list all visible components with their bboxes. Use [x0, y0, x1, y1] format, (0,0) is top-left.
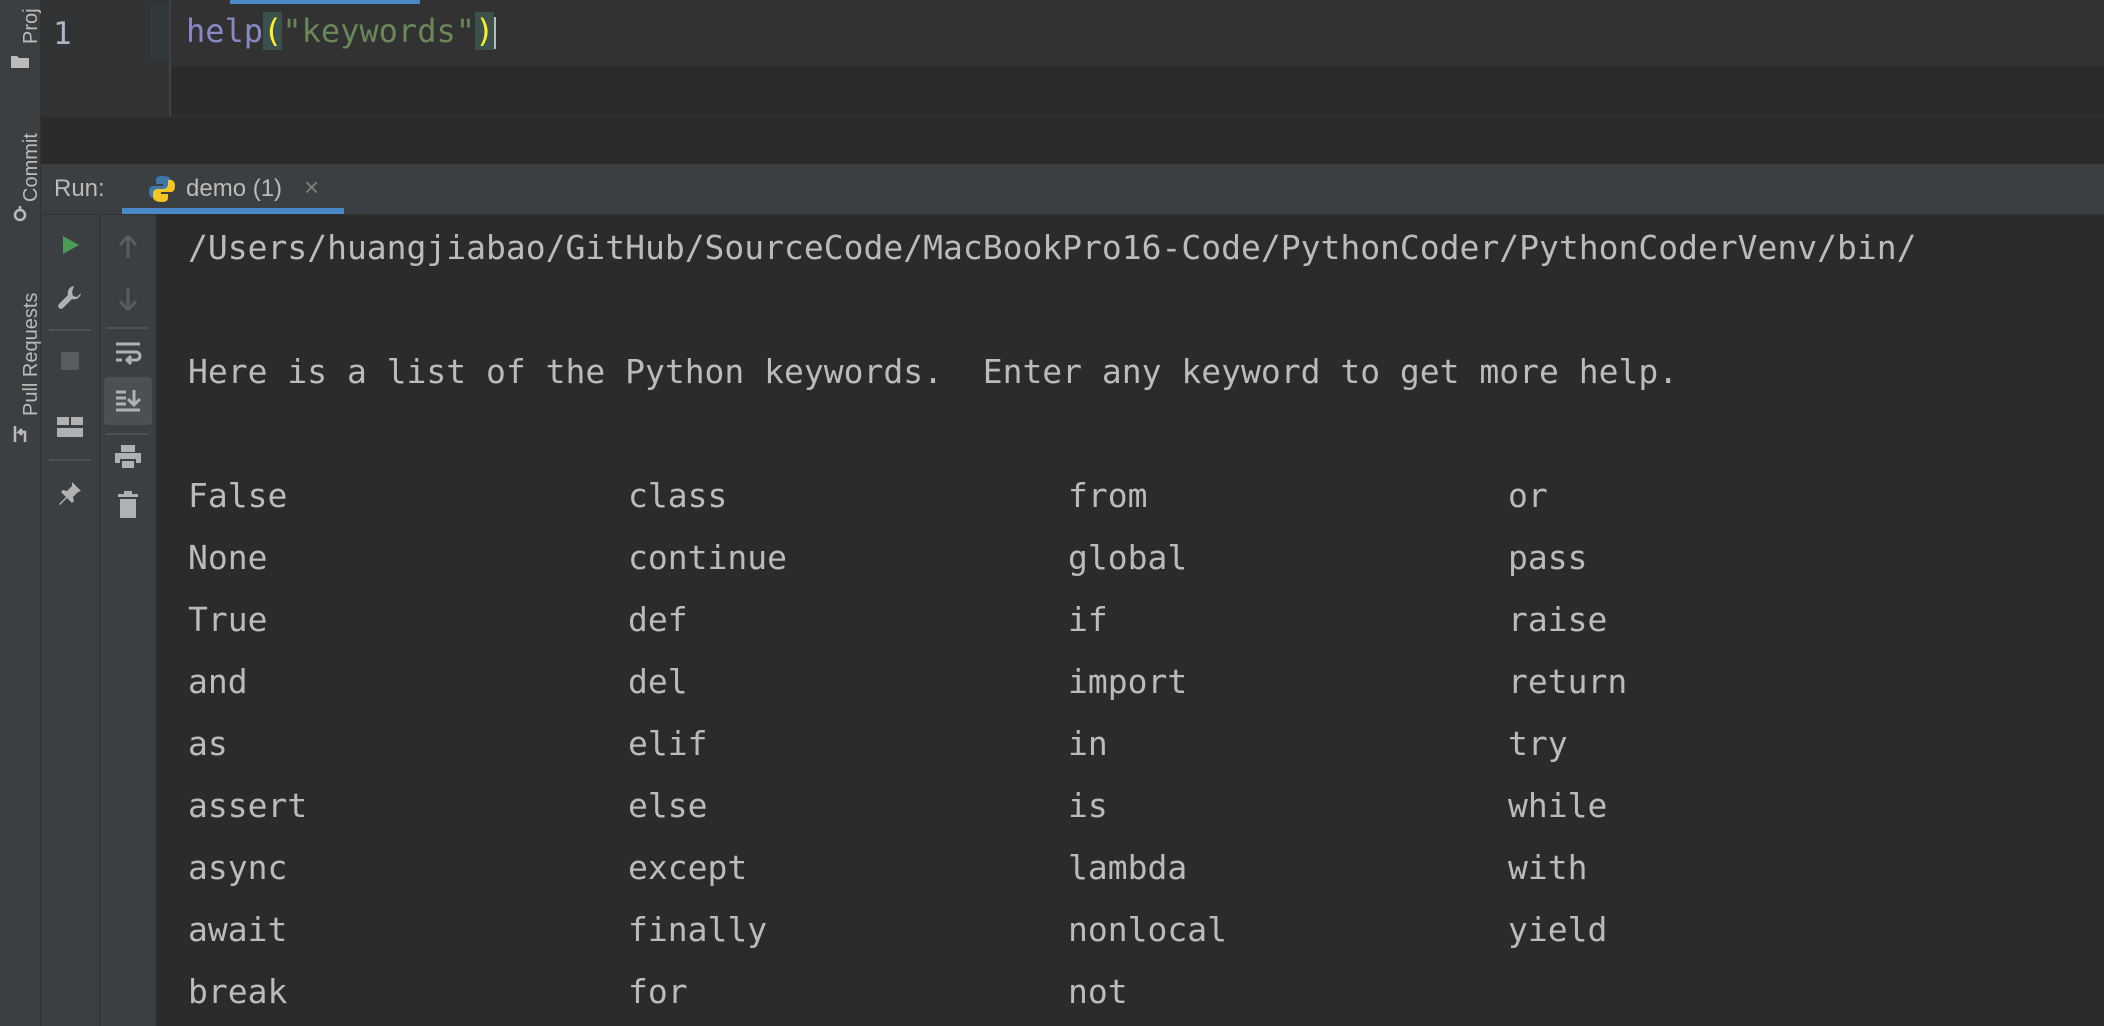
toolbar-separator: [106, 327, 148, 329]
python-icon: [149, 176, 175, 202]
run-label: Run:: [54, 175, 105, 202]
trash-icon[interactable]: [108, 485, 148, 525]
keyword-item: finally: [628, 910, 768, 949]
code-close-paren: ): [474, 12, 495, 50]
keyword-item: break: [188, 972, 288, 1011]
text-caret: [494, 17, 497, 49]
wrench-icon[interactable]: [50, 277, 90, 317]
layout-icon[interactable]: [50, 407, 90, 447]
keyword-item: is: [1068, 786, 1108, 825]
editor-tab-accent: [230, 0, 420, 4]
keyword-item: with: [1508, 848, 1588, 887]
keyword-item: in: [1068, 724, 1108, 763]
line-number: 1: [53, 16, 72, 52]
keyword-item: None: [188, 538, 268, 577]
console-interpreter-path: /Users/huangjiabao/GitHub/SourceCode/Mac…: [188, 228, 1917, 267]
pull-request-icon: [13, 426, 27, 442]
keyword-item: as: [188, 724, 228, 763]
keyword-item: try: [1508, 724, 1568, 763]
keyword-item: from: [1068, 476, 1148, 515]
toolbar-separator: [106, 433, 148, 435]
keyword-item: import: [1068, 662, 1188, 701]
keyword-item: and: [188, 662, 248, 701]
console-intro-text: Here is a list of the Python keywords. E…: [188, 352, 1679, 391]
code-line-1[interactable]: help("keywords"): [186, 12, 497, 50]
keyword-item: lambda: [1068, 848, 1188, 887]
run-tool-window-header: [41, 164, 2104, 215]
keyword-item: raise: [1508, 600, 1608, 639]
keyword-item: assert: [188, 786, 308, 825]
panel-splitter[interactable]: [41, 116, 2104, 165]
toolbar-separator: [49, 459, 91, 461]
keyword-item: for: [628, 972, 688, 1011]
side-tab-commit[interactable]: Commit: [0, 110, 42, 230]
commit-icon: [13, 206, 27, 222]
folder-icon: [11, 56, 29, 68]
code-string-literal: "keywords": [282, 12, 475, 50]
keyword-item: if: [1068, 600, 1108, 639]
keyword-item: or: [1508, 476, 1548, 515]
run-toolbar-secondary: [100, 215, 157, 1026]
toolbar-separator: [49, 329, 91, 331]
down-arrow-icon[interactable]: [108, 279, 148, 319]
keyword-item: yield: [1508, 910, 1608, 949]
keyword-item: def: [628, 600, 688, 639]
keyword-item: else: [628, 786, 708, 825]
side-tab-project-label: Proj: [20, 8, 42, 44]
keyword-item: pass: [1508, 538, 1588, 577]
close-icon[interactable]: ×: [304, 172, 319, 203]
current-line-gutter-marker: [150, 4, 170, 60]
console-output[interactable]: [157, 215, 2104, 1026]
code-open-paren: (: [263, 12, 283, 50]
keyword-item: elif: [628, 724, 708, 763]
run-toolbar-primary: [41, 215, 100, 1026]
up-arrow-icon[interactable]: [108, 227, 148, 267]
run-tab-label: demo (1): [186, 175, 283, 202]
code-function-name: help: [186, 12, 264, 50]
keyword-item: del: [628, 662, 688, 701]
pin-icon[interactable]: [50, 473, 90, 513]
keyword-item: while: [1508, 786, 1608, 825]
keyword-item: await: [188, 910, 288, 949]
keyword-item: not: [1068, 972, 1128, 1011]
run-tab-active-indicator: [122, 208, 344, 214]
keyword-item: True: [188, 600, 268, 639]
stop-icon[interactable]: [50, 341, 90, 381]
tool-window-strip: Proj Commit Pull Requests: [0, 0, 42, 1026]
side-tab-pull-requests-label: Pull Requests: [20, 292, 42, 416]
soft-wrap-icon[interactable]: [108, 333, 148, 373]
scroll-to-end-icon[interactable]: [104, 377, 152, 425]
keyword-item: nonlocal: [1068, 910, 1227, 949]
keyword-item: return: [1508, 662, 1628, 701]
print-icon[interactable]: [108, 437, 148, 477]
side-tab-pull-requests[interactable]: Pull Requests: [0, 270, 42, 450]
run-icon[interactable]: [50, 225, 90, 265]
side-tab-project[interactable]: Proj: [0, 0, 42, 70]
keyword-item: global: [1068, 538, 1188, 577]
keyword-item: continue: [628, 538, 787, 577]
side-tab-commit-label: Commit: [20, 133, 42, 202]
keyword-item: False: [188, 476, 288, 515]
keyword-item: async: [188, 848, 288, 887]
keyword-item: class: [628, 476, 728, 515]
keyword-item: except: [628, 848, 748, 887]
